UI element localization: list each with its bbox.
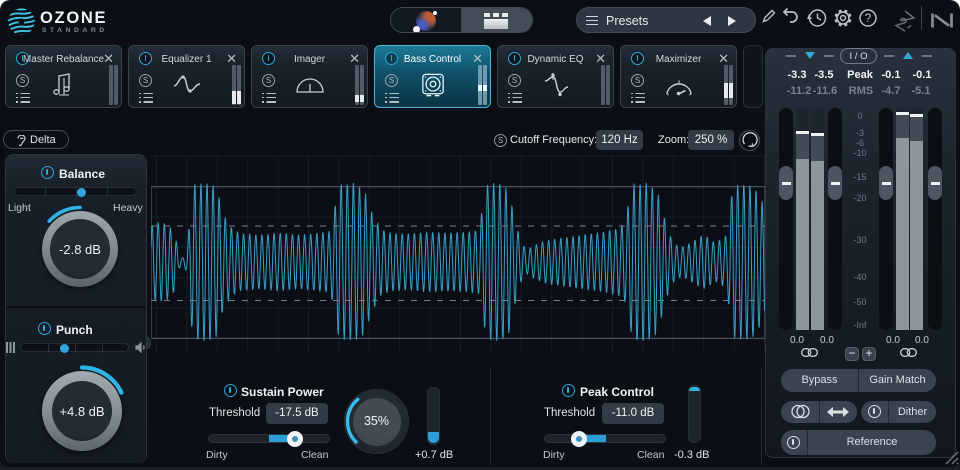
svg-text:?: ? xyxy=(865,13,871,25)
